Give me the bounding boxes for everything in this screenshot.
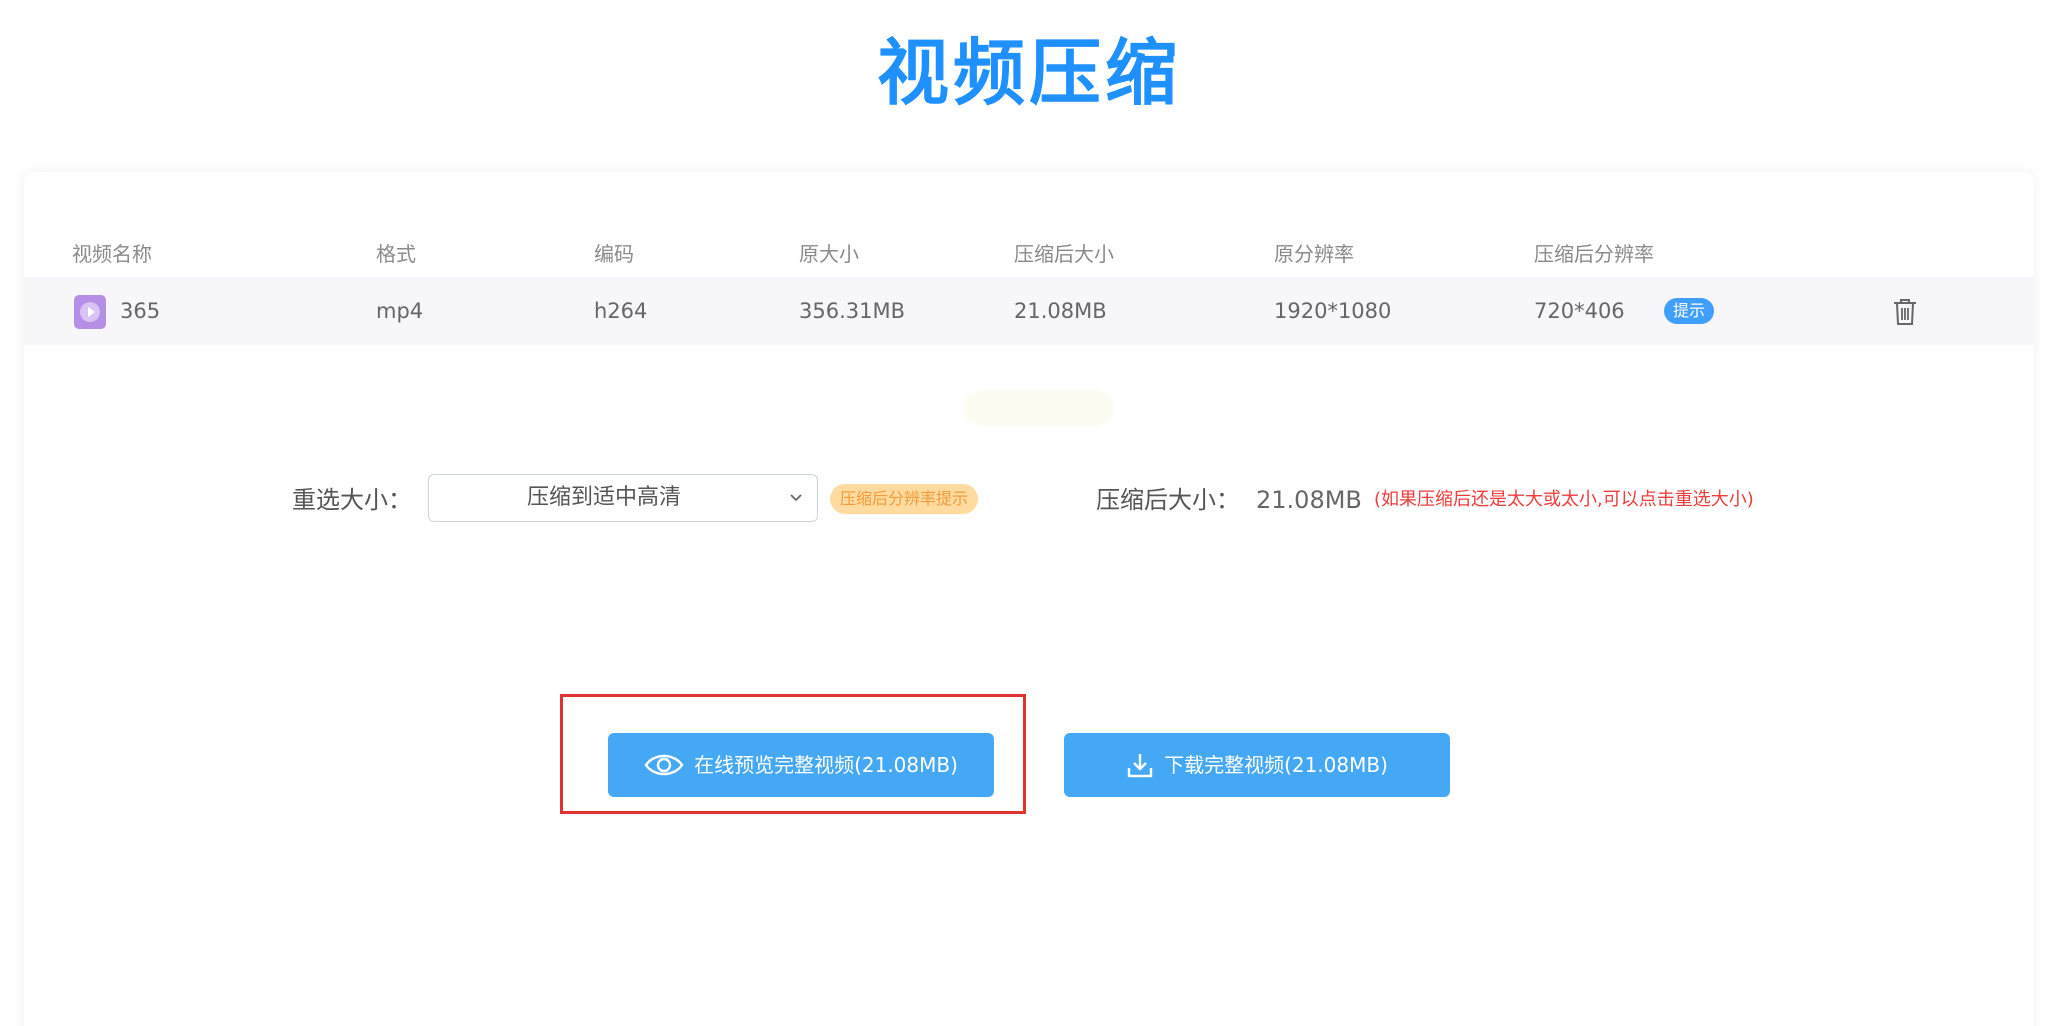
video-compressed-resolution: 720*406	[1534, 299, 1625, 323]
trash-icon[interactable]	[1890, 296, 1920, 328]
video-file-icon	[74, 295, 106, 329]
header-original-size: 原大小	[799, 242, 859, 266]
size-select[interactable]: 压缩到适中高清	[428, 474, 818, 522]
compressed-size-label: 压缩后大小：	[1096, 486, 1240, 514]
chevron-down-icon	[790, 494, 802, 502]
page: 视频压缩 视频名称 格式 编码 原大小 压缩后大小 原分辨率 压缩后分辨率 36…	[0, 0, 2058, 1026]
resize-label: 重选大小：	[292, 486, 412, 514]
preview-button-label: 在线预览完整视频(21.08MB)	[694, 753, 958, 777]
resize-row: 重选大小： 压缩到适中高清 压缩后分辨率提示 压缩后大小： 21.08MB (如…	[24, 472, 2034, 528]
compressed-size-value: 21.08MB	[1256, 486, 1362, 514]
resize-note: (如果压缩后还是太大或太小,可以点击重选大小)	[1374, 489, 1754, 510]
video-format: mp4	[376, 299, 424, 323]
preview-button[interactable]: 在线预览完整视频(21.08MB)	[608, 733, 994, 797]
faint-bar	[964, 390, 1114, 426]
resolution-hint-button[interactable]: 压缩后分辨率提示	[830, 484, 979, 514]
download-button-label: 下载完整视频(21.08MB)	[1164, 753, 1388, 777]
size-select-value: 压缩到适中高清	[526, 485, 681, 510]
video-compressed-size: 21.08MB	[1014, 299, 1107, 323]
video-name: 365	[120, 299, 161, 323]
eye-icon	[644, 754, 684, 776]
compression-card: 视频名称 格式 编码 原大小 压缩后大小 原分辨率 压缩后分辨率 365 mp4…	[24, 172, 2034, 1026]
download-button[interactable]: 下载完整视频(21.08MB)	[1064, 733, 1450, 797]
table-header: 视频名称 格式 编码 原大小 压缩后大小 原分辨率 压缩后分辨率	[24, 234, 2034, 274]
header-codec: 编码	[594, 242, 634, 266]
download-icon	[1127, 754, 1153, 778]
header-video-name: 视频名称	[72, 242, 152, 266]
video-codec: h264	[594, 299, 648, 323]
video-original-size: 356.31MB	[799, 299, 906, 323]
page-title: 视频压缩	[876, 31, 1181, 115]
header-compressed-size: 压缩后大小	[1014, 242, 1114, 266]
table-row: 365 mp4 h264 356.31MB 21.08MB 1920*1080 …	[24, 277, 2034, 345]
resolution-hint-badge[interactable]: 提示	[1664, 298, 1715, 324]
header-original-resolution: 原分辨率	[1274, 242, 1354, 266]
video-original-resolution: 1920*1080	[1274, 299, 1392, 323]
header-format: 格式	[376, 242, 416, 266]
header-compressed-resolution: 压缩后分辨率	[1534, 242, 1654, 266]
